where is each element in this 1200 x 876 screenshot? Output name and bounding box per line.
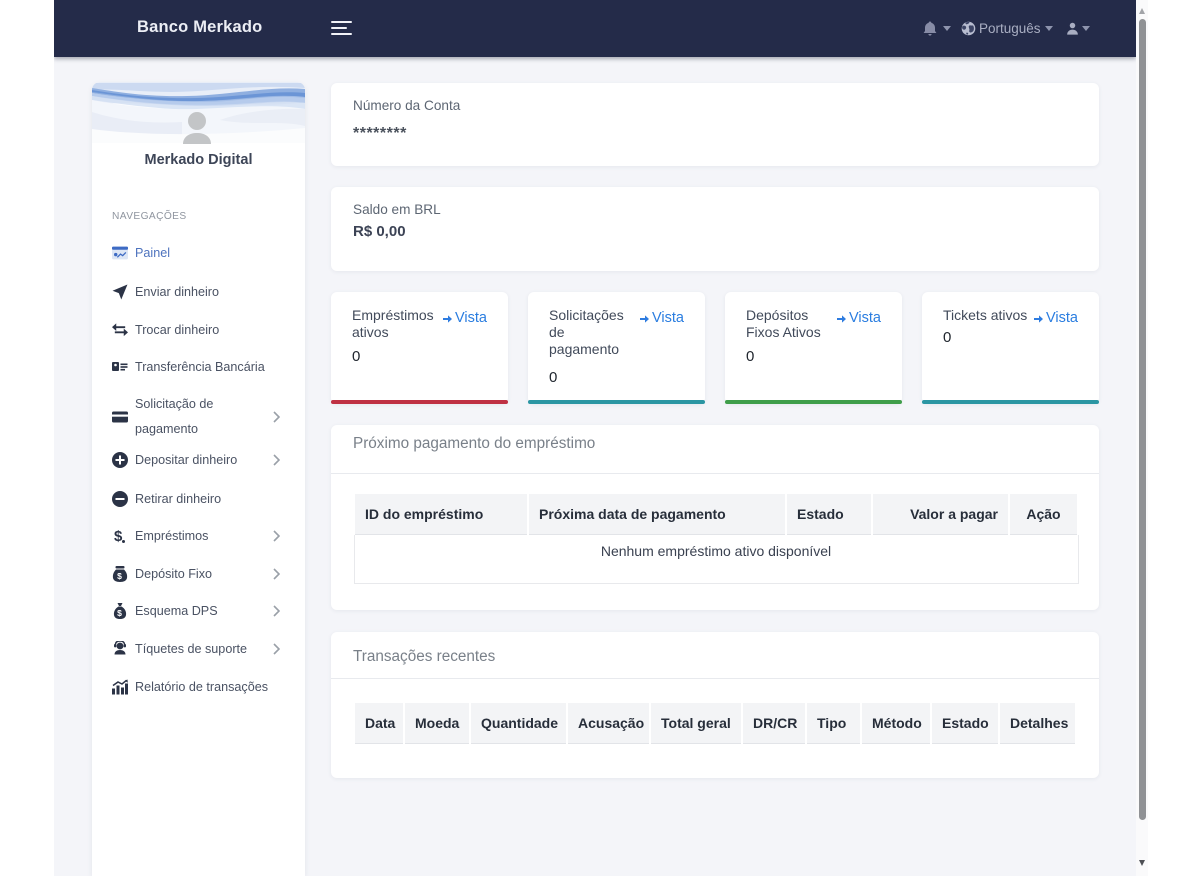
- svg-text:$: $: [117, 571, 122, 581]
- svg-text:$: $: [114, 528, 123, 544]
- svg-text:$: $: [117, 608, 122, 618]
